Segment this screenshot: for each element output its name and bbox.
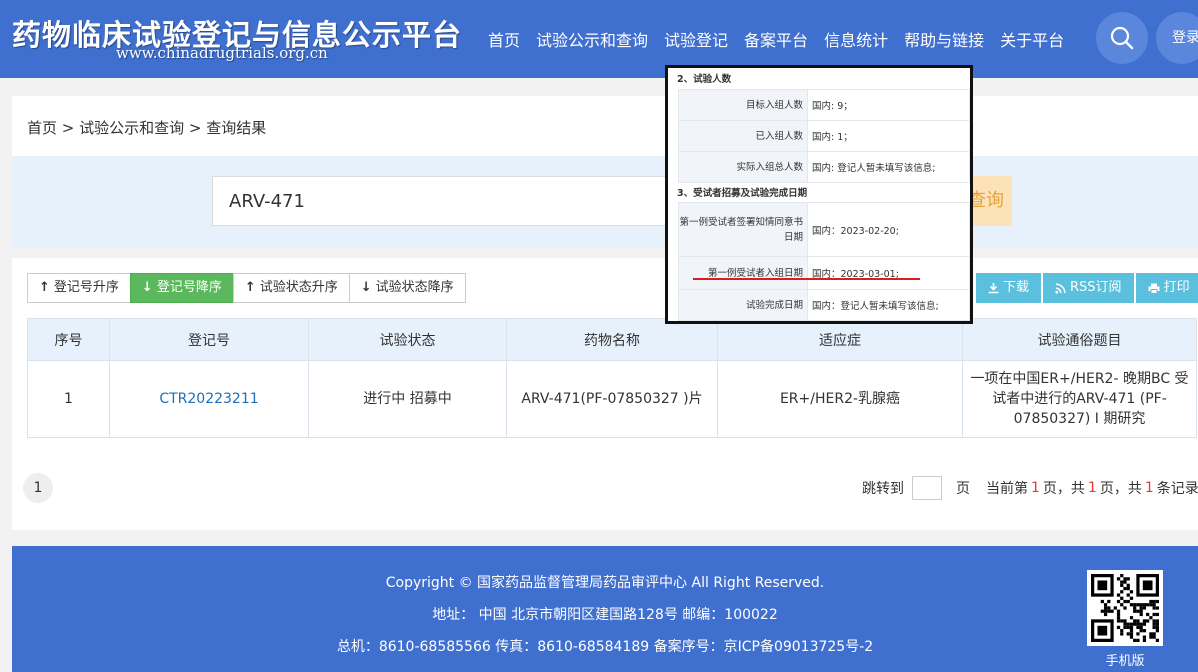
sort-id-asc-button[interactable]: ↑ 登记号升序 bbox=[27, 273, 131, 303]
search-band: 查询 bbox=[12, 156, 1198, 248]
header-search-button[interactable] bbox=[1096, 12, 1148, 64]
col-header-indication: 适应症 bbox=[717, 318, 963, 361]
nav-trial-register[interactable]: 试验登记 bbox=[664, 27, 728, 51]
table-row: 第一例受试者入组日期 国内：2023-03-01; bbox=[678, 256, 970, 290]
highlight-underline bbox=[693, 278, 920, 280]
total-records-suffix: 条记录 bbox=[1156, 481, 1198, 497]
footer-contact: 总机：8610-68585566 传真：8610-68584189 备案序号：京… bbox=[336, 639, 874, 655]
nav-help-links[interactable]: 帮助与链接 bbox=[904, 27, 984, 51]
cell-index: 1 bbox=[27, 360, 110, 438]
col-header-reg-no: 登记号 bbox=[109, 318, 309, 361]
target-enrollment-value: 国内: 9； bbox=[807, 89, 970, 121]
col-header-status: 试验状态 bbox=[308, 318, 507, 361]
section-recruitment-dates: 3、受试者招募及试验完成日期 bbox=[677, 188, 808, 199]
cell-reg-no-link[interactable]: CTR20223211 bbox=[109, 360, 309, 438]
first-enrollment-date-value: 国内：2023-03-01; bbox=[807, 256, 970, 290]
results-panel: ↑ 登记号升序 ↓ 登记号降序 ↑ 试验状态升序 ↓ 试验状态降序 下载 RSS… bbox=[12, 258, 1198, 530]
results-table: 序号 登记号 试验状态 药物名称 适应症 试验通俗题目 1 CTR2022321… bbox=[27, 318, 1197, 438]
mobile-version-label[interactable]: 手机版 bbox=[1087, 650, 1163, 669]
action-button-group: 下载 RSS订阅 打印 bbox=[974, 273, 1198, 303]
current-page-value: 1 bbox=[1031, 480, 1040, 496]
completion-date-label: 试验完成日期 bbox=[678, 289, 808, 321]
col-header-title: 试验通俗题目 bbox=[962, 318, 1197, 361]
site-header: 药物临床试验登记与信息公示平台 www.chinadrugtrials.org.… bbox=[0, 0, 1198, 78]
rss-icon bbox=[1055, 282, 1066, 294]
current-suffix: 页，共 bbox=[1042, 481, 1085, 497]
footer-copyright: Copyright © 国家药品监督管理局药品审评中心 All Right Re… bbox=[385, 575, 825, 591]
participants-table: 目标入组人数 国内: 9； 已入组人数 国内: 1； 实际入组总人数 国内: 登… bbox=[678, 89, 970, 183]
nav-filing-platform[interactable]: 备案平台 bbox=[744, 27, 808, 51]
pager-info: 跳转到 页 当前第 1 页，共 1 页，共 1 条记录 bbox=[862, 476, 1198, 500]
download-icon bbox=[988, 282, 999, 293]
search-input[interactable] bbox=[212, 176, 672, 226]
main-nav: 首页 试验公示和查询 试验登记 备案平台 信息统计 帮助与链接 关于平台 bbox=[488, 27, 1080, 51]
nav-trial-query[interactable]: 试验公示和查询 bbox=[536, 27, 648, 51]
site-url: www.chinadrugtrials.org.cn bbox=[116, 44, 328, 62]
actual-enrollment-value: 国内: 登记人暂未填写该信息; bbox=[807, 151, 970, 183]
actual-enrollment-label: 实际入组总人数 bbox=[678, 151, 808, 183]
jump-page-input[interactable] bbox=[912, 476, 942, 500]
enrolled-label: 已入组人数 bbox=[678, 120, 808, 152]
first-consent-date-value: 国内：2023-02-20; bbox=[807, 202, 970, 257]
cell-drug-name: ARV-471(PF-07850327 )片 bbox=[506, 360, 718, 438]
breadcrumb: 首页 > 试验公示和查询 > 查询结果 bbox=[27, 119, 267, 137]
nav-statistics[interactable]: 信息统计 bbox=[824, 27, 888, 51]
cell-title: 一项在中国ER+/HER2- 晚期BC 受试者中进行的ARV-471 (PF-0… bbox=[962, 360, 1197, 438]
table-row: 1 CTR20223211 进行中 招募中 ARV-471(PF-0785032… bbox=[27, 360, 1197, 438]
search-panel: 首页 > 试验公示和查询 > 查询结果 查询 bbox=[12, 96, 1198, 248]
arrow-down-icon: ↓ bbox=[141, 280, 153, 295]
sort-id-desc-label: 登记号降序 bbox=[156, 280, 222, 295]
footer-address: 地址： 中国 北京市朝阳区建国路128号 邮编：100022 bbox=[432, 607, 778, 623]
nav-home[interactable]: 首页 bbox=[488, 27, 520, 51]
first-consent-date-label: 第一例受试者签署知情同意书日期 bbox=[678, 202, 808, 257]
sort-status-desc-label: 试验状态降序 bbox=[375, 280, 454, 295]
recruitment-dates-table: 第一例受试者签署知情同意书日期 国内：2023-02-20; 第一例受试者入组日… bbox=[678, 202, 970, 321]
sort-status-desc-button[interactable]: ↓ 试验状态降序 bbox=[348, 273, 466, 303]
rss-label: RSS订阅 bbox=[1070, 280, 1122, 295]
table-row: 已入组人数 国内: 1； bbox=[678, 120, 970, 152]
download-button[interactable]: 下载 bbox=[976, 273, 1042, 303]
search-icon bbox=[1110, 26, 1134, 50]
current-prefix: 当前第 bbox=[986, 481, 1028, 497]
sort-button-group: ↑ 登记号升序 ↓ 登记号降序 ↑ 试验状态升序 ↓ 试验状态降序 bbox=[27, 273, 466, 303]
sort-id-asc-label: 登记号升序 bbox=[53, 280, 119, 295]
sort-status-asc-button[interactable]: ↑ 试验状态升序 bbox=[232, 273, 350, 303]
jump-label: 跳转到 bbox=[862, 481, 904, 497]
site-footer: Copyright © 国家药品监督管理局药品审评中心 All Right Re… bbox=[12, 546, 1198, 672]
table-row: 试验完成日期 国内：登记人暂未填写该信息; bbox=[678, 289, 970, 321]
total-pages-value: 1 bbox=[1087, 480, 1097, 496]
first-enrollment-date-label: 第一例受试者入组日期 bbox=[678, 256, 808, 290]
sort-id-desc-button[interactable]: ↓ 登记号降序 bbox=[129, 273, 234, 303]
print-button[interactable]: 打印 bbox=[1135, 273, 1198, 303]
cell-status: 进行中 招募中 bbox=[308, 360, 507, 438]
cell-indication: ER+/HER2-乳腺癌 bbox=[717, 360, 963, 438]
qr-code-icon bbox=[1091, 574, 1159, 642]
print-label: 打印 bbox=[1163, 280, 1190, 295]
sort-status-asc-label: 试验状态升序 bbox=[259, 280, 338, 295]
section-participants: 2、试验人数 bbox=[677, 74, 732, 85]
table-row: 第一例受试者签署知情同意书日期 国内：2023-02-20; bbox=[678, 202, 970, 257]
rss-subscribe-button[interactable]: RSS订阅 bbox=[1043, 273, 1134, 303]
arrow-down-icon: ↓ bbox=[360, 280, 372, 295]
total-pages-suffix: 页，共 bbox=[1099, 481, 1142, 497]
nav-about[interactable]: 关于平台 bbox=[1000, 27, 1064, 51]
page-number-button[interactable]: 1 bbox=[23, 473, 53, 503]
col-header-index: 序号 bbox=[27, 318, 110, 361]
page-unit: 页 bbox=[956, 481, 970, 497]
login-button[interactable]: 登录 bbox=[1156, 12, 1198, 64]
download-label: 下载 bbox=[1003, 280, 1030, 295]
arrow-up-icon: ↑ bbox=[39, 280, 50, 295]
print-icon bbox=[1148, 283, 1160, 294]
enrolled-value: 国内: 1； bbox=[807, 120, 970, 152]
table-header-row: 序号 登记号 试验状态 药物名称 适应症 试验通俗题目 bbox=[27, 318, 1197, 361]
table-row: 实际入组总人数 国内: 登记人暂未填写该信息; bbox=[678, 151, 970, 183]
trial-detail-popup: 2、试验人数 目标入组人数 国内: 9； 已入组人数 国内: 1； 实际入组总人… bbox=[665, 65, 973, 324]
completion-date-value: 国内：登记人暂未填写该信息; bbox=[807, 289, 970, 321]
col-header-drug-name: 药物名称 bbox=[506, 318, 718, 361]
total-records-value: 1 bbox=[1144, 480, 1154, 496]
qr-code bbox=[1087, 570, 1163, 646]
arrow-up-icon: ↑ bbox=[244, 280, 256, 295]
table-row: 目标入组人数 国内: 9； bbox=[678, 89, 970, 121]
target-enrollment-label: 目标入组人数 bbox=[678, 89, 808, 121]
